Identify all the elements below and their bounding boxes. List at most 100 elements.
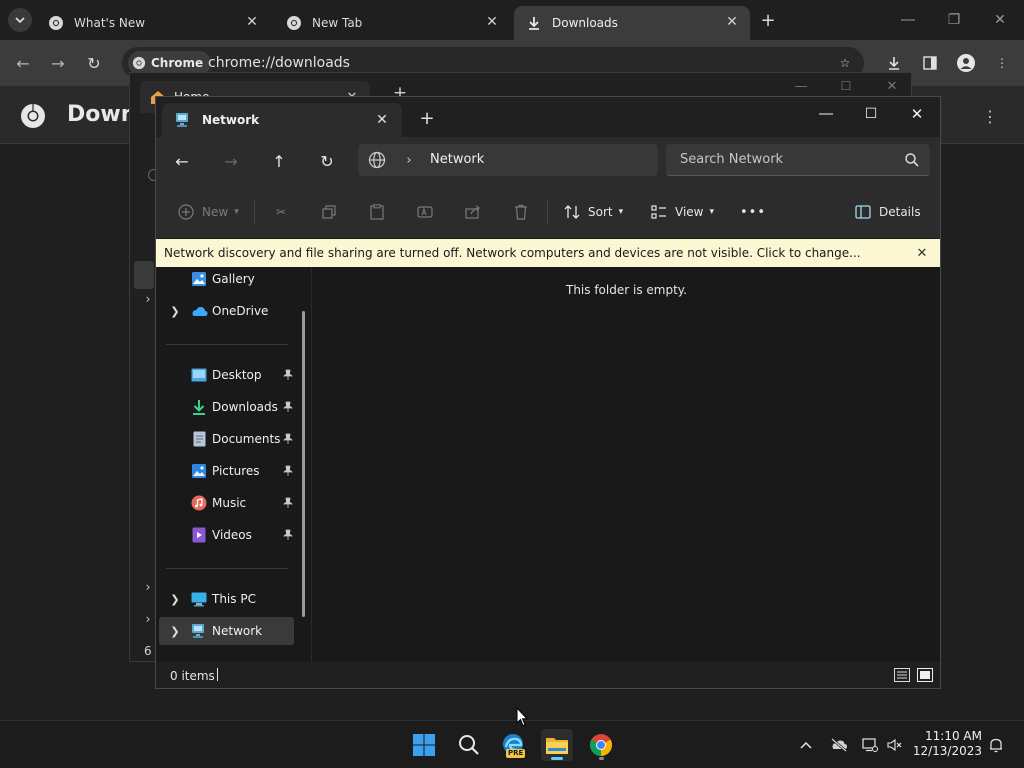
- trash-icon: [511, 202, 531, 222]
- details-label: Details: [879, 205, 921, 219]
- new-button[interactable]: New ▾: [176, 200, 239, 224]
- sidebar-scrollbar[interactable]: [302, 311, 305, 617]
- forward-icon[interactable]: →: [47, 52, 69, 74]
- sort-button[interactable]: Sort ▾: [562, 200, 623, 224]
- close-icon[interactable]: ✕: [724, 14, 740, 30]
- search-icon: [459, 735, 479, 755]
- start-button[interactable]: [408, 729, 440, 761]
- close-icon[interactable]: ✕: [906, 103, 928, 125]
- pin-icon[interactable]: [281, 432, 295, 446]
- chevron-down-icon: ▾: [618, 207, 624, 217]
- minimize-icon[interactable]: ―: [815, 103, 837, 125]
- sidebar-item-documents[interactable]: Documents: [159, 425, 294, 453]
- pin-icon[interactable]: [281, 368, 295, 382]
- side-panel-icon[interactable]: [919, 52, 941, 74]
- show-hidden-icons-icon[interactable]: [796, 735, 816, 755]
- close-icon[interactable]: ✕: [374, 112, 390, 128]
- delete-button[interactable]: [511, 200, 537, 224]
- close-icon[interactable]: ✕: [484, 14, 500, 30]
- chrome-tab-downloads[interactable]: Downloads ✕: [514, 6, 750, 40]
- maximize-icon[interactable]: ☐: [837, 77, 855, 95]
- minimize-icon[interactable]: ―: [898, 10, 918, 30]
- sidebar-item-desktop[interactable]: Desktop: [159, 361, 294, 389]
- chevron-right-icon[interactable]: ›: [142, 580, 154, 594]
- network-status-icon[interactable]: [860, 735, 880, 755]
- file-list[interactable]: This folder is empty.: [313, 267, 940, 662]
- cut-button[interactable]: ✂: [271, 200, 297, 224]
- large-icons-view-icon[interactable]: [917, 668, 933, 682]
- search-input[interactable]: [666, 144, 896, 174]
- chrome-taskbar-button[interactable]: [585, 729, 617, 761]
- profile-avatar-icon[interactable]: [955, 52, 977, 74]
- system-clock[interactable]: 11:10 AM 12/13/2023: [912, 729, 982, 759]
- refresh-icon[interactable]: ↻: [316, 150, 338, 172]
- pin-icon[interactable]: [281, 400, 295, 414]
- chrome-menu-icon[interactable]: ⋮: [991, 52, 1013, 74]
- bookmark-star-icon[interactable]: ☆: [834, 52, 856, 74]
- back-icon[interactable]: ←: [171, 150, 193, 172]
- download-icon[interactable]: [883, 52, 905, 74]
- sidebar-item-pictures[interactable]: Pictures: [159, 457, 294, 485]
- details-button[interactable]: Details: [853, 200, 921, 224]
- navigation-pane: Gallery ❯ OneDrive Desktop Downloads Doc…: [156, 267, 312, 662]
- sidebar-item-onedrive[interactable]: ❯ OneDrive: [159, 297, 294, 325]
- sidebar-item-music[interactable]: Music: [159, 489, 294, 517]
- divider: [254, 199, 255, 225]
- close-icon[interactable]: ✕: [914, 245, 930, 261]
- onedrive-offline-icon[interactable]: [829, 735, 849, 755]
- videos-icon: [190, 526, 208, 544]
- close-icon[interactable]: ✕: [244, 14, 260, 30]
- edge-beta-button[interactable]: PRE: [497, 729, 529, 761]
- forward-icon[interactable]: →: [220, 150, 242, 172]
- address-bar[interactable]: › Network: [358, 144, 658, 176]
- more-options-icon[interactable]: ⋮: [980, 106, 1000, 126]
- copy-button[interactable]: [319, 200, 345, 224]
- chrome-tab-whats-new[interactable]: What's New ✕: [36, 6, 270, 40]
- breadcrumb-network[interactable]: Network: [430, 152, 484, 167]
- details-view-icon[interactable]: [894, 668, 910, 682]
- chevron-right-icon[interactable]: ❯: [169, 305, 181, 318]
- volume-muted-icon[interactable]: [885, 735, 905, 755]
- back-icon[interactable]: ←: [12, 52, 34, 74]
- sidebar-item-gallery[interactable]: Gallery: [159, 265, 294, 293]
- view-button[interactable]: View ▾: [649, 200, 714, 224]
- chrome-tab-new-tab[interactable]: New Tab ✕: [274, 6, 510, 40]
- close-icon[interactable]: ✕: [883, 77, 901, 95]
- restore-icon[interactable]: ❐: [944, 10, 964, 30]
- new-tab-button[interactable]: +: [758, 10, 778, 31]
- close-icon[interactable]: ✕: [990, 10, 1010, 30]
- mouse-cursor-icon: [516, 707, 528, 727]
- search-box[interactable]: [666, 144, 930, 176]
- share-icon: [463, 202, 483, 222]
- share-button[interactable]: [463, 200, 489, 224]
- up-arrow-icon[interactable]: ↑: [268, 150, 290, 172]
- minimize-icon[interactable]: ―: [792, 77, 810, 95]
- new-tab-button[interactable]: +: [418, 108, 436, 129]
- sidebar-item-this-pc[interactable]: ❯ This PC: [159, 585, 294, 613]
- sidebar-item-network[interactable]: ❯ Network: [159, 617, 294, 645]
- notification-bell-icon[interactable]: [986, 735, 1006, 755]
- tab-search-button[interactable]: [8, 8, 32, 32]
- more-options-button[interactable]: •••: [740, 200, 766, 224]
- this-pc-icon: [190, 590, 208, 608]
- pin-icon[interactable]: [281, 496, 295, 510]
- chrome-tab-strip: What's New ✕ New Tab ✕ Downloads ✕ + ― ❐…: [0, 0, 1024, 40]
- sidebar-item-videos[interactable]: Videos: [159, 521, 294, 549]
- reload-icon[interactable]: ↻: [83, 52, 105, 74]
- explorer-tab-network[interactable]: Network ✕: [162, 103, 402, 137]
- file-explorer-button[interactable]: [541, 729, 573, 761]
- rename-button[interactable]: [415, 200, 441, 224]
- chevron-right-icon[interactable]: ›: [142, 292, 154, 306]
- pin-icon[interactable]: [281, 464, 295, 478]
- pin-icon[interactable]: [281, 528, 295, 542]
- chevron-right-icon[interactable]: ❯: [169, 593, 181, 606]
- network-discovery-infobar[interactable]: Network discovery and file sharing are t…: [156, 239, 940, 267]
- chevron-right-icon[interactable]: ›: [142, 612, 154, 626]
- taskbar-search-button[interactable]: [453, 729, 485, 761]
- chevron-right-icon[interactable]: ❯: [169, 625, 181, 638]
- maximize-icon[interactable]: ☐: [860, 103, 882, 125]
- new-label: New: [202, 205, 229, 219]
- breadcrumb-separator[interactable]: ›: [402, 151, 416, 169]
- sidebar-item-downloads[interactable]: Downloads: [159, 393, 294, 421]
- paste-button[interactable]: [367, 200, 393, 224]
